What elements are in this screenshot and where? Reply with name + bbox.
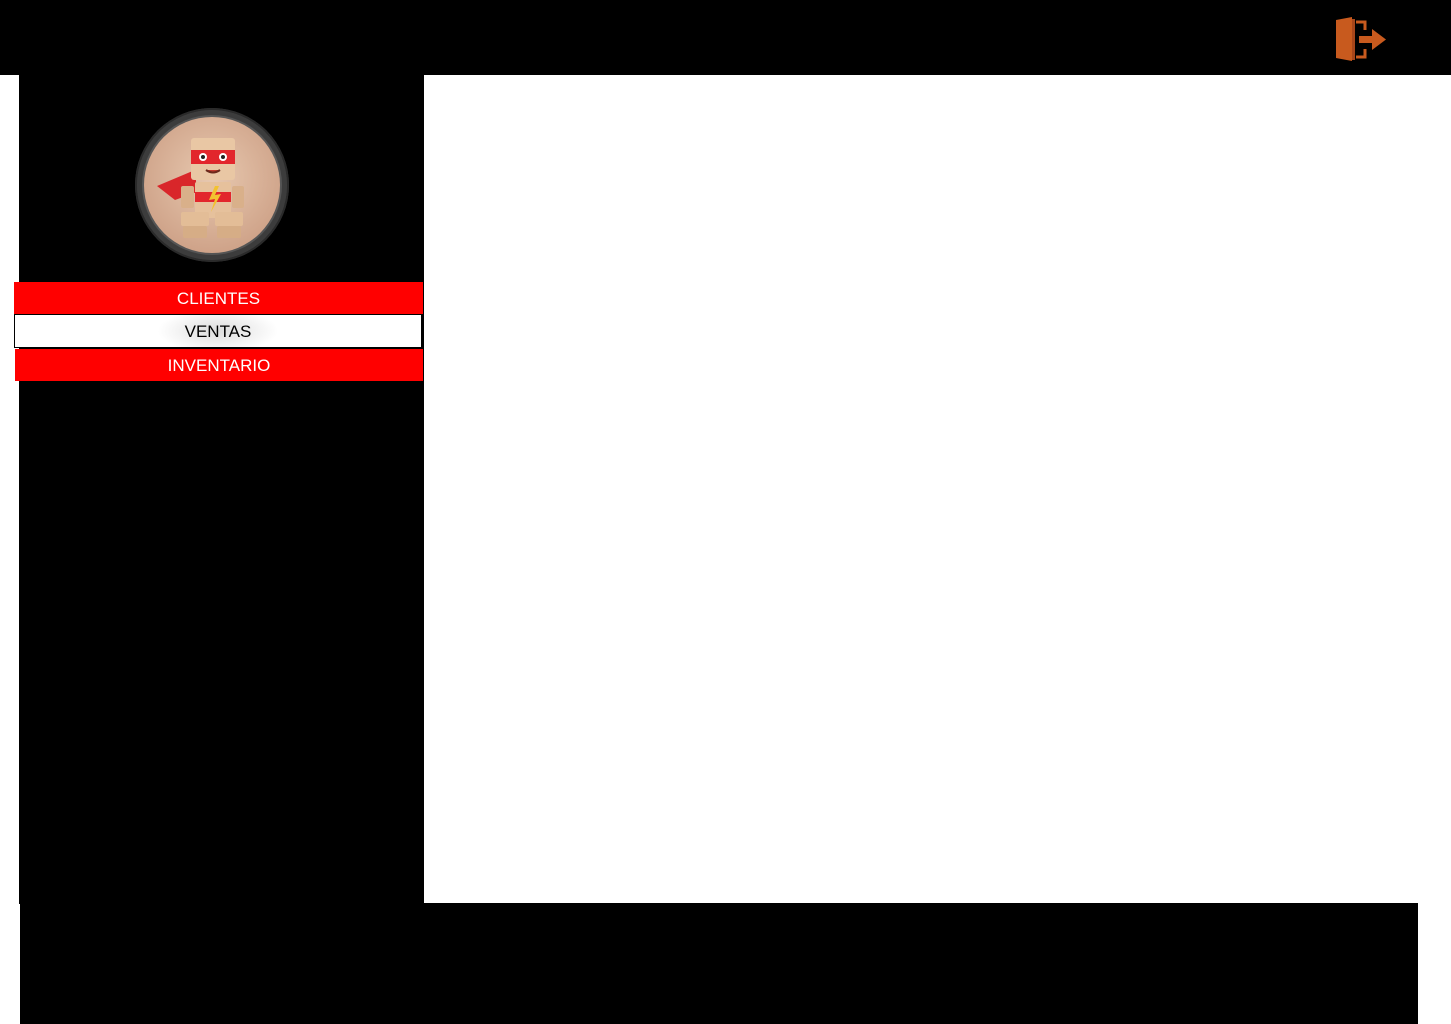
sidebar-menu: CLIENTES VENTAS INVENTARIO	[14, 282, 423, 381]
robot-avatar-icon	[137, 110, 287, 260]
sidebar-item-label: VENTAS	[184, 322, 252, 341]
logout-button[interactable]	[1332, 16, 1388, 64]
sidebar-item-clientes[interactable]: CLIENTES	[14, 282, 423, 314]
user-avatar	[135, 108, 289, 262]
main-content	[424, 75, 1451, 903]
footer-bar	[20, 903, 1418, 1024]
logout-icon	[1336, 17, 1386, 61]
sidebar-item-ventas[interactable]: VENTAS	[14, 314, 422, 348]
sidebar-item-inventario[interactable]: INVENTARIO	[15, 349, 423, 381]
top-bar	[0, 0, 1451, 75]
sidebar-item-label: INVENTARIO	[167, 356, 271, 375]
sidebar-item-label: CLIENTES	[176, 289, 261, 308]
